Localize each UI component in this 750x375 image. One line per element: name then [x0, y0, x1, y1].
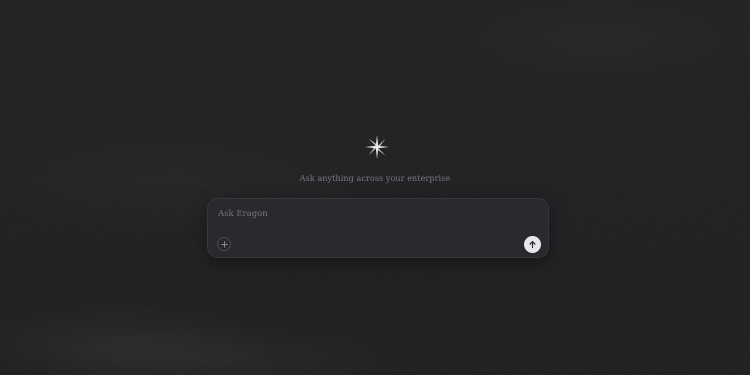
plus-icon: [220, 240, 228, 248]
send-button[interactable]: [524, 236, 541, 253]
ask-input[interactable]: [218, 207, 518, 221]
app-page: Ask anything across your enterprise: [0, 0, 750, 375]
chat-composer: [207, 198, 549, 258]
sparkle-logo-icon: [365, 135, 389, 159]
background-texture: [0, 0, 750, 375]
arrow-up-icon: [529, 241, 536, 249]
tagline: Ask anything across your enterprise: [299, 174, 451, 183]
attach-button[interactable]: [217, 237, 231, 251]
